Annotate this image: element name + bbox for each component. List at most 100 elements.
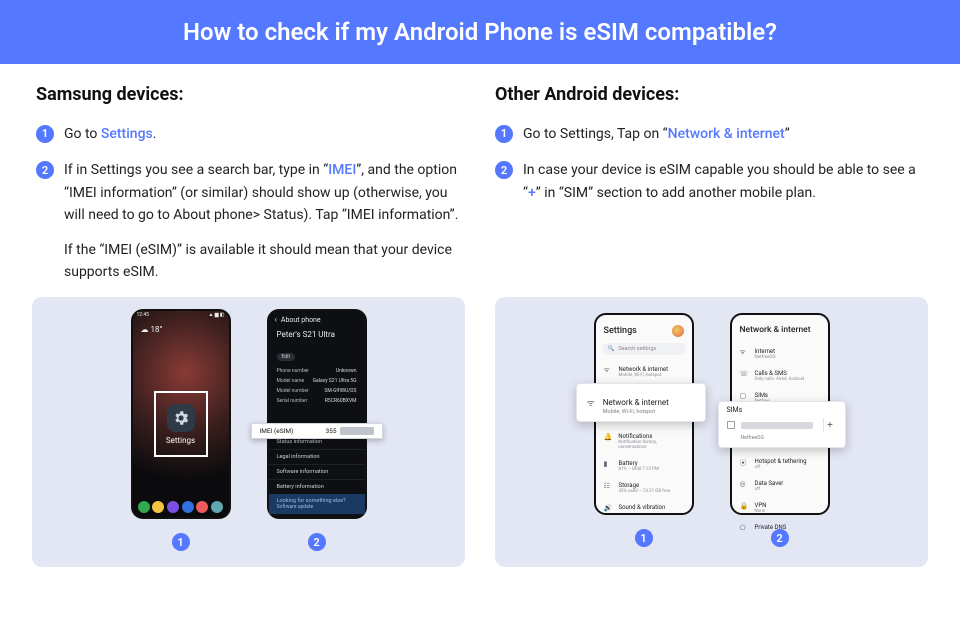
app-dock	[133, 501, 229, 513]
info-value: SM-G998U/DS	[324, 388, 356, 394]
content-columns: Samsung devices: 1 Go to Settings. 2 If …	[0, 64, 960, 297]
samsung-shot-2: ‹ About phone Peter's S21 Ultra Edit Pho…	[267, 309, 367, 551]
info-key: Phone number	[277, 368, 309, 374]
step-text: If the “IMEI (eSIM)” is available it sho…	[64, 239, 465, 284]
redacted-mask	[741, 422, 813, 429]
callout-title: Network & internet	[603, 398, 669, 407]
step-body: If in Settings you see a search bar, typ…	[64, 159, 465, 283]
step-body: Go to Settings, Tap on “Network & intern…	[523, 123, 924, 145]
sims-callout: SIMs + NetfreeOG	[718, 401, 846, 448]
samsung-heading: Samsung devices:	[36, 84, 465, 105]
gear-icon	[167, 404, 195, 432]
item-sub: Mobile, Wi-Fi, hotspot	[619, 373, 669, 378]
info-value: R5CR60BXVM	[325, 398, 357, 404]
about-section: Legal information	[269, 449, 365, 464]
item-sub: Only calls: Airtel, Android	[755, 377, 805, 382]
sim-chip-icon	[727, 421, 735, 429]
sim-icon: ▢	[740, 392, 749, 400]
highlight-plus: +	[528, 185, 536, 201]
item-sub: None	[755, 509, 767, 514]
samsung-shot-1: 12:45 ▲ ▆ ◧ ☁ 18° Settings	[131, 309, 231, 551]
info-value: Unknown	[336, 368, 357, 374]
settings-label: Settings	[166, 436, 195, 445]
weather-widget: ☁ 18°	[133, 319, 229, 334]
vpn-icon: 🔒	[740, 502, 749, 510]
about-topbar: ‹ About phone	[269, 311, 365, 328]
info-row: Model number SM-G998U/DS	[269, 386, 365, 396]
storage-icon: ☷	[604, 482, 613, 490]
other-shot-1: Settings 🔍 Search settings ᯤNetwork & in…	[594, 309, 694, 547]
info-row: Serial number R5CR60BXVM	[269, 396, 365, 406]
item-sub: 81% – Until 7:15 PM	[619, 467, 659, 472]
phone-mock-about: ‹ About phone Peter's S21 Ultra Edit Pho…	[267, 309, 367, 519]
prompt-banner: Looking for something else? Software upd…	[269, 494, 365, 514]
list-item: ᯤInternetNetfreeOG	[732, 343, 828, 365]
other-shot-2: Network & internet ᯤInternetNetfreeOG ☏C…	[730, 309, 830, 547]
list-item: 🔊Sound & vibration	[596, 499, 692, 517]
wifi-icon: ᯤ	[604, 366, 613, 375]
highlight-settings: Settings	[101, 126, 153, 142]
device-name: Peter's S21 Ultra	[269, 328, 365, 343]
info-value: Galaxy S21 Ultra 5G	[313, 378, 357, 384]
other-heading: Other Android devices:	[495, 84, 924, 105]
page-title: How to check if my Android Phone is eSIM…	[183, 18, 777, 46]
samsung-column: Samsung devices: 1 Go to Settings. 2 If …	[36, 84, 465, 297]
info-key: Model number	[277, 388, 309, 394]
step-text: ”	[785, 126, 790, 142]
step-text: Go to	[64, 126, 101, 142]
list-item: ᯤNetwork & internetMobile, Wi-Fi, hotspo…	[596, 361, 692, 383]
status-icons: ▲ ▆ ◧	[209, 312, 225, 318]
dock-app-icon	[211, 501, 223, 513]
sims-title: SIMs	[727, 406, 837, 414]
other-step-1: 1 Go to Settings, Tap on “Network & inte…	[495, 123, 924, 145]
item-sub: NetfreeOG	[755, 355, 776, 360]
settings-app-tile: Settings	[154, 391, 208, 457]
phone-mock-settings-list: Settings 🔍 Search settings ᯤNetwork & in…	[594, 313, 694, 515]
about-section: Battery information	[269, 479, 365, 494]
item-sub: Notification history, conversations	[618, 440, 683, 450]
shot-number-badge: 2	[308, 533, 326, 551]
item-label: Sound & vibration	[619, 504, 666, 511]
back-icon: ‹	[275, 315, 277, 324]
screenshot-panels: 12:45 ▲ ▆ ◧ ☁ 18° Settings	[0, 297, 960, 567]
dock-app-icon	[138, 501, 150, 513]
imei-label: IMEI (eSIM)	[260, 427, 294, 435]
info-key: Model name	[277, 378, 305, 384]
step-text: .	[153, 126, 157, 142]
edit-pill: Edit	[277, 353, 295, 361]
step-number-badge: 2	[36, 161, 54, 179]
list-item: ⦿Hotspot & tetheringoff	[732, 453, 828, 475]
step-body: Go to Settings.	[64, 123, 465, 145]
list-item: ▮Battery81% – Until 7:15 PM	[596, 455, 692, 477]
avatar-icon	[672, 325, 684, 337]
search-icon: 🔍	[608, 346, 615, 352]
samsung-screenshots-panel: 12:45 ▲ ▆ ◧ ☁ 18° Settings	[32, 297, 465, 567]
step-number-badge: 2	[495, 161, 513, 179]
about-sections: Status information Legal information Sof…	[269, 434, 365, 494]
page-header: How to check if my Android Phone is eSIM…	[0, 0, 960, 64]
info-row: Model name Galaxy S21 Ultra 5G	[269, 376, 365, 386]
dock-app-icon	[196, 501, 208, 513]
dock-app-icon	[152, 501, 164, 513]
network-title: Network & internet	[732, 315, 828, 343]
list-item: ☷Storage43% used – 74.21 GB free	[596, 477, 692, 499]
other-step-2: 2 In case your device is eSIM capable yo…	[495, 159, 924, 204]
status-time: 12:45	[137, 312, 149, 318]
dns-icon: ⎔	[740, 524, 749, 532]
step-text: If in Settings you see a search bar, typ…	[64, 162, 328, 178]
callout-sub: Mobile, Wi-Fi, hotspot	[603, 409, 669, 415]
info-key: Serial number	[277, 398, 308, 404]
item-label: Hotspot & tethering	[755, 458, 807, 465]
settings-title: Settings	[596, 315, 692, 343]
search-placeholder: Search settings	[618, 346, 656, 352]
dock-app-icon	[182, 501, 194, 513]
item-sub: off	[755, 487, 784, 492]
list-item: ☏Calls & SMSOnly calls: Airtel, Android	[732, 365, 828, 387]
plus-icon: +	[823, 418, 837, 432]
step-text: ” in “SIM” section to add another mobile…	[536, 185, 816, 201]
phone-mock-network-internet: Network & internet ᯤInternetNetfreeOG ☏C…	[730, 313, 830, 515]
list-item: 🔔NotificationsNotification history, conv…	[596, 428, 692, 455]
item-label: Private DNS	[755, 524, 787, 531]
title-text: Settings	[604, 326, 637, 336]
sims-carrier: NetfreeOG	[741, 435, 837, 441]
